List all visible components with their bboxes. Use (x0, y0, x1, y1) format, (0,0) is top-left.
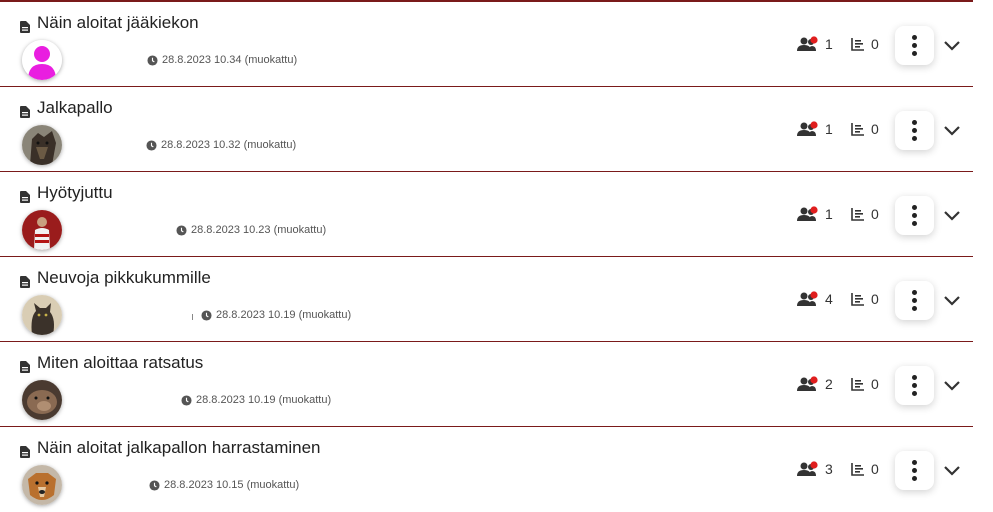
clock-icon (147, 54, 158, 66)
results-value: 0 (871, 291, 879, 307)
list-item[interactable]: Miten aloittaa ratsatus 28.8.2023 10.19 … (0, 342, 973, 427)
chevron-down-icon[interactable] (943, 380, 961, 392)
participants-value: 1 (825, 206, 833, 222)
item-title[interactable]: Jalkapallo (37, 98, 113, 118)
timestamp-text: 28.8.2023 10.23 (muokattu) (191, 224, 327, 236)
results-count: 0 (851, 206, 879, 222)
document-icon (20, 276, 30, 288)
results-count: 0 (851, 461, 879, 477)
avatar (22, 295, 62, 335)
list-item[interactable]: Jalkapallo 28.8.2023 10.32 (muokattu) 1 … (0, 87, 973, 172)
results-value: 0 (871, 206, 879, 222)
chevron-down-icon[interactable] (943, 210, 961, 222)
more-options-button[interactable] (895, 111, 934, 150)
results-count: 0 (851, 121, 879, 137)
results-count: 0 (851, 376, 879, 392)
timestamp-text: 28.8.2023 10.15 (muokattu) (164, 479, 300, 491)
participants-value: 2 (825, 376, 833, 392)
clock-icon (149, 479, 160, 491)
item-title[interactable]: Hyötyjuttu (37, 183, 113, 203)
avatar (22, 40, 62, 80)
separator (192, 314, 193, 320)
more-options-button[interactable] (895, 196, 934, 235)
document-icon (20, 446, 30, 458)
participants-icon (797, 376, 818, 391)
item-title[interactable]: Näin aloitat jääkiekon (37, 13, 199, 33)
chevron-down-icon[interactable] (943, 465, 961, 477)
results-value: 0 (871, 376, 879, 392)
timestamp-text: 28.8.2023 10.34 (muokattu) (162, 54, 298, 66)
participants-icon (797, 291, 818, 306)
bar-chart-icon (851, 38, 864, 51)
item-title[interactable]: Neuvoja pikkukummille (37, 268, 211, 288)
more-options-button[interactable] (895, 366, 934, 405)
timestamp: 28.8.2023 10.32 (muokattu) (146, 139, 296, 151)
more-options-button[interactable] (895, 451, 934, 490)
avatar (22, 380, 62, 420)
document-icon (20, 361, 30, 373)
bar-chart-icon (851, 208, 864, 221)
timestamp: 28.8.2023 10.15 (muokattu) (149, 479, 299, 491)
timestamp: 28.8.2023 10.34 (muokattu) (147, 54, 297, 66)
results-count: 0 (851, 36, 879, 52)
results-value: 0 (871, 461, 879, 477)
bar-chart-icon (851, 463, 864, 476)
avatar (22, 125, 62, 165)
participants-icon (797, 206, 818, 221)
more-options-button[interactable] (895, 281, 934, 320)
results-count: 0 (851, 291, 879, 307)
chevron-down-icon[interactable] (943, 125, 961, 137)
results-value: 0 (871, 36, 879, 52)
bar-chart-icon (851, 123, 864, 136)
list-item[interactable]: Näin aloitat jääkiekon 28.8.2023 10.34 (… (0, 2, 973, 87)
list-item[interactable]: Näin aloitat jalkapallon harrastaminen 2… (0, 427, 973, 512)
document-icon (20, 21, 30, 33)
clock-icon (176, 224, 187, 236)
clock-icon (181, 394, 192, 406)
bar-chart-icon (851, 378, 864, 391)
participants-value: 1 (825, 121, 833, 137)
list-item[interactable]: Hyötyjuttu 28.8.2023 10.23 (muokattu) 1 … (0, 172, 973, 257)
participants-count: 1 (797, 206, 833, 222)
timestamp-text: 28.8.2023 10.19 (muokattu) (216, 309, 352, 321)
participants-count: 4 (797, 291, 833, 307)
timestamp: 28.8.2023 10.19 (muokattu) (201, 309, 351, 321)
participants-count: 1 (797, 121, 833, 137)
avatar (22, 210, 62, 250)
timestamp-text: 28.8.2023 10.19 (muokattu) (196, 394, 332, 406)
document-icon (20, 191, 30, 203)
timestamp: 28.8.2023 10.23 (muokattu) (176, 224, 326, 236)
clock-icon (201, 309, 212, 321)
list-item[interactable]: Neuvoja pikkukummille 28.8.2023 10.19 (m… (0, 257, 973, 342)
participants-value: 1 (825, 36, 833, 52)
item-title[interactable]: Miten aloittaa ratsatus (37, 353, 203, 373)
chevron-down-icon[interactable] (943, 295, 961, 307)
timestamp: 28.8.2023 10.19 (muokattu) (181, 394, 331, 406)
participants-value: 4 (825, 291, 833, 307)
participants-count: 2 (797, 376, 833, 392)
participants-value: 3 (825, 461, 833, 477)
participants-count: 3 (797, 461, 833, 477)
results-value: 0 (871, 121, 879, 137)
item-title[interactable]: Näin aloitat jalkapallon harrastaminen (37, 438, 321, 458)
participants-icon (797, 121, 818, 136)
clock-icon (146, 139, 157, 151)
participants-icon (797, 36, 818, 51)
timestamp-text: 28.8.2023 10.32 (muokattu) (161, 139, 297, 151)
chevron-down-icon[interactable] (943, 40, 961, 52)
document-icon (20, 106, 30, 118)
participants-icon (797, 461, 818, 476)
document-list: Näin aloitat jääkiekon 28.8.2023 10.34 (… (0, 0, 973, 510)
bar-chart-icon (851, 293, 864, 306)
more-options-button[interactable] (895, 26, 934, 65)
avatar (22, 465, 62, 505)
participants-count: 1 (797, 36, 833, 52)
